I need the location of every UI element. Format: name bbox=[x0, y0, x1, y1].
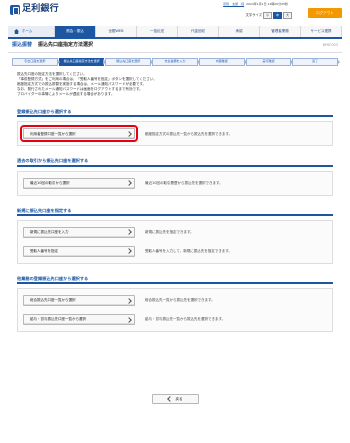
section-history-title: 過去の取引から振込先口座を選択する bbox=[17, 158, 333, 167]
font-size-small-button[interactable]: 小 bbox=[263, 12, 272, 19]
title-row: 振込振替 振込先口座指定方法選択 BFKF003 bbox=[8, 39, 342, 53]
step-5: 内容確認 bbox=[198, 58, 247, 66]
logout-button[interactable]: ログアウト bbox=[308, 8, 342, 18]
user-name[interactable]: 足利 太郎 様 bbox=[223, 2, 244, 7]
font-size-label: 文字サイズ bbox=[245, 13, 262, 18]
select-payroll-transfer-list-button[interactable]: 給与・賞与振込先口座一覧から選択 bbox=[23, 314, 135, 325]
step-7: 完了 bbox=[292, 58, 340, 66]
step-6: 実行確認 bbox=[245, 58, 294, 66]
back-area: 戻る bbox=[8, 394, 342, 404]
chevron-right-icon bbox=[126, 180, 132, 186]
action-note: 総合振込先一覧から振込先を選択できます。 bbox=[145, 298, 215, 303]
screen-id: BFKF003 bbox=[322, 43, 338, 48]
select-general-transfer-list-button[interactable]: 総合振込先口座一覧から選択 bbox=[23, 295, 135, 306]
action-button-label: 受取人番号を指定 bbox=[30, 249, 58, 254]
action-row: 最近10回の取引から選択 最近10回の取引履歴から振込先を選択できます。 bbox=[23, 177, 327, 190]
nav-collection[interactable]: 代金回収 bbox=[178, 26, 219, 37]
nav-home-label: ホーム bbox=[22, 29, 33, 34]
action-row: 受取人番号を指定 受取人番号を入力して、新規に振込先を指定できます。 bbox=[23, 245, 327, 258]
chevron-right-icon bbox=[126, 316, 132, 323]
select-recent-transactions-button[interactable]: 最近10回の取引から選択 bbox=[23, 177, 135, 189]
action-note: 都度指定方式の振込先一覧から振込先を選択できます。 bbox=[145, 131, 233, 136]
nav-service-link[interactable]: サービス連携 bbox=[301, 26, 342, 37]
header: 足利銀行 足利 太郎 様 2024年1月1日 12時00分00秒 文字サイズ 小… bbox=[0, 0, 350, 26]
step-indicator: 引出口座を選択 振込先口座指定方法を選択 振込先口座を選択 支払金額を入力 内容… bbox=[8, 53, 342, 70]
action-note: 新規に振込先を指定できます。 bbox=[145, 230, 194, 235]
action-row: 給与・賞与振込先口座一覧から選択 給与・賞与振込先一覧から振込先を選択できます。 bbox=[23, 313, 327, 326]
step-3: 振込先口座を選択 bbox=[105, 58, 153, 66]
bank-logo-icon bbox=[10, 4, 20, 15]
font-size-large-button[interactable]: 大 bbox=[283, 12, 292, 19]
action-note: 受取人番号を入力して、新規に振込先を指定できます。 bbox=[145, 249, 232, 254]
section-name: 振込振替 bbox=[12, 42, 33, 49]
nav-admin[interactable]: 管理者業務 bbox=[260, 26, 301, 37]
chevron-right-icon bbox=[126, 130, 132, 137]
section-other-business-title: 他業務の登録振込先口座から選択する bbox=[17, 276, 333, 284]
section-registered-title: 登録振込先口座から選択する bbox=[17, 109, 333, 118]
enter-new-account-button[interactable]: 新規に振込先口座を入力 bbox=[23, 226, 135, 238]
nav-transfer[interactable]: 照会・振込 bbox=[55, 26, 96, 37]
nav-home[interactable]: ホーム bbox=[8, 26, 55, 37]
section-registered-box: 利用者登録口座一覧から選択 都度指定方式の振込先一覧から振込先を選択できます。 bbox=[17, 121, 333, 147]
step-2-current: 振込先口座指定方法を選択 bbox=[58, 58, 107, 66]
chevron-left-icon bbox=[166, 396, 173, 402]
global-nav: ホーム 照会・振込 全銀WEB 一括伝送 代金回収 承認 管理者業務 サービス連… bbox=[8, 26, 342, 37]
section-new-box: 新規に振込先口座を入力 新規に振込先を指定できます。 受取人番号を指定 受取人番… bbox=[17, 219, 333, 264]
main-content: 振込振替 振込先口座指定方法選択 BFKF003 引出口座を選択 振込先口座指定… bbox=[8, 37, 342, 438]
action-row: 総合振込先口座一覧から選択 総合振込先一覧から振込先を選択できます。 bbox=[23, 294, 327, 307]
back-button-label: 戻る bbox=[175, 396, 183, 401]
action-button-label: 総合振込先口座一覧から選択 bbox=[30, 298, 76, 303]
action-note: 最近10回の取引履歴から振込先を選択できます。 bbox=[145, 180, 223, 185]
nav-zengin-web[interactable]: 全銀WEB bbox=[96, 26, 137, 37]
action-button-label: 最近10回の取引から選択 bbox=[30, 180, 70, 185]
bank-logo: 足利銀行 bbox=[10, 4, 59, 15]
action-row: 利用者登録口座一覧から選択 都度指定方式の振込先一覧から振込先を選択できます。 bbox=[20, 125, 327, 143]
nav-approval[interactable]: 承認 bbox=[219, 26, 260, 37]
action-row: 新規に振込先口座を入力 新規に振込先を指定できます。 bbox=[23, 226, 327, 239]
home-icon bbox=[14, 29, 19, 34]
font-size-medium-button[interactable]: 中 bbox=[273, 12, 282, 19]
last-login: 2024年1月1日 12時00分00秒 bbox=[246, 2, 288, 6]
chevron-right-icon bbox=[126, 297, 132, 304]
instruction-line: プロバイダーの事情によりメールが遅延する場合があります。 bbox=[17, 91, 115, 96]
instructions: 振込先口座の指定方法を選択してください。 「事前登録方式」をご利用の場合は、「受… bbox=[8, 70, 342, 109]
section-other-business-box: 総合振込先口座一覧から選択 総合振込先一覧から振込先を選択できます。 給与・賞与… bbox=[17, 288, 333, 332]
chevron-right-icon bbox=[126, 248, 132, 255]
nav-bulk-transfer[interactable]: 一括伝送 bbox=[137, 26, 178, 37]
section-new-title: 新規に振込先口座を指定する bbox=[17, 208, 333, 216]
back-button[interactable]: 戻る bbox=[151, 394, 199, 404]
action-button-label: 給与・賞与振込先口座一覧から選択 bbox=[30, 317, 86, 322]
action-button-label: 利用者登録口座一覧から選択 bbox=[30, 131, 76, 136]
select-user-registered-account-button[interactable]: 利用者登録口座一覧から選択 bbox=[20, 125, 138, 143]
action-note: 給与・賞与振込先一覧から振込先を選択できます。 bbox=[145, 317, 226, 322]
specify-recipient-number-button[interactable]: 受取人番号を指定 bbox=[23, 245, 135, 257]
bank-name: 足利銀行 bbox=[22, 4, 59, 14]
step-4: 支払金額を入力 bbox=[152, 58, 200, 66]
section-history-box: 最近10回の取引から選択 最近10回の取引履歴から振込先を選択できます。 bbox=[17, 170, 333, 196]
user-info: 足利 太郎 様 2024年1月1日 12時00分00秒 bbox=[223, 2, 288, 7]
page-title: 振込先口座指定方法選択 bbox=[38, 42, 94, 49]
step-1: 引出口座を選択 bbox=[12, 58, 60, 66]
chevron-right-icon bbox=[126, 229, 132, 236]
font-size-control: 文字サイズ 小 中 大 bbox=[246, 12, 292, 19]
action-button-label: 新規に振込先口座を入力 bbox=[30, 230, 69, 235]
